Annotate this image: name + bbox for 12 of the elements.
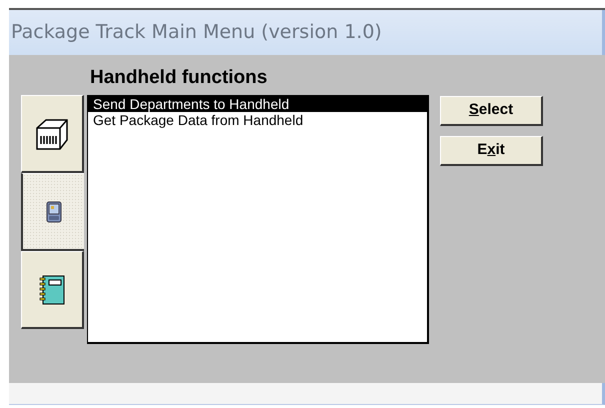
notebook-icon bbox=[39, 274, 65, 304]
list-item[interactable]: Send Departments to Handheld bbox=[88, 96, 427, 112]
function-list[interactable]: Send Departments to Handheld Get Package Data from Handheld bbox=[87, 95, 429, 344]
handheld-icon bbox=[46, 200, 62, 222]
side-tab[interactable] bbox=[21, 173, 84, 251]
window-title: Package Track Main Menu (version 1.0) bbox=[11, 20, 382, 46]
side-tab[interactable] bbox=[21, 95, 84, 173]
action-button[interactable]: Select bbox=[440, 96, 543, 126]
list-item[interactable]: Get Package Data from Handheld bbox=[88, 112, 427, 128]
action-button[interactable]: Exit bbox=[440, 136, 543, 166]
section-heading: Handheld functions bbox=[90, 67, 268, 90]
side-tab[interactable] bbox=[21, 251, 84, 329]
